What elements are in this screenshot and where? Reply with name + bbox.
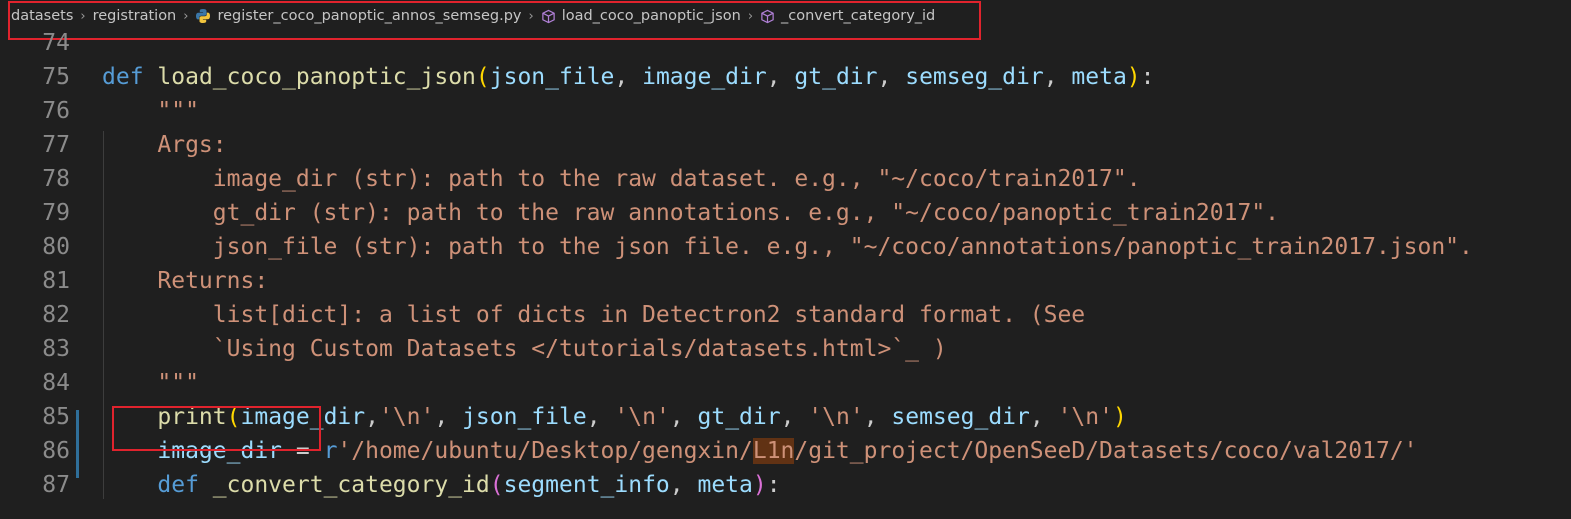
line-number: 74 — [42, 30, 70, 56]
code-line[interactable]: 77 Args: — [0, 128, 1571, 162]
code-text: def load_coco_panoptic_json(json_file, i… — [102, 64, 1155, 90]
code-text: image_dir (str): path to the raw dataset… — [102, 166, 1141, 192]
code-text: Returns: — [102, 268, 269, 294]
line-number: 77 — [42, 132, 70, 158]
breadcrumb-item-registration[interactable]: registration — [93, 8, 177, 24]
chevron-right-icon: › — [183, 8, 189, 24]
code-line[interactable]: 84 """ — [0, 366, 1571, 400]
line-number: 81 — [42, 268, 70, 294]
code-line[interactable]: 87 def _convert_category_id(segment_info… — [0, 468, 1571, 502]
code-text: image_dir = r'/home/ubuntu/Desktop/gengx… — [157, 438, 1418, 464]
chevron-right-icon: › — [747, 8, 754, 24]
breadcrumb-item-load-coco-panoptic-json[interactable]: load_coco_panoptic_json — [541, 8, 741, 24]
line-number: 85 — [42, 404, 70, 430]
cube-symbol-icon — [760, 9, 775, 24]
breadcrumb-item-file[interactable]: register_coco_panoptic_annos_semseg.py — [195, 8, 521, 24]
chevron-right-icon: › — [80, 8, 86, 24]
line-number: 78 — [42, 166, 70, 192]
code-text: print(image_dir,'\n', json_file, '\n', g… — [157, 404, 1127, 430]
line-number: 84 — [42, 370, 70, 396]
line-number: 75 — [42, 64, 70, 90]
code-text: gt_dir (str): path to the raw annotation… — [102, 200, 1280, 226]
code-text: def _convert_category_id(segment_info, m… — [157, 472, 781, 498]
code-editor[interactable]: 74 75 def load_coco_panoptic_json(json_fil… — [0, 30, 1571, 519]
line-number: 87 — [42, 472, 70, 498]
breadcrumb-item-convert-category-id[interactable]: _convert_category_id — [760, 8, 935, 24]
code-line[interactable]: 78 image_dir (str): path to the raw data… — [0, 162, 1571, 196]
line-number: 83 — [42, 336, 70, 362]
code-text: Args: — [102, 132, 227, 158]
breadcrumb-label: datasets — [11, 8, 74, 24]
code-line[interactable]: 80 json_file (str): path to the json fil… — [0, 230, 1571, 264]
code-line[interactable]: 81 Returns: — [0, 264, 1571, 298]
breadcrumb-label: load_coco_panoptic_json — [561, 8, 741, 24]
code-line[interactable]: 74 — [0, 26, 1571, 60]
code-text: """ — [102, 370, 199, 396]
chevron-right-icon: › — [528, 8, 534, 24]
line-number: 82 — [42, 302, 70, 328]
code-text: """ — [102, 98, 199, 124]
python-file-icon — [195, 8, 211, 24]
code-text: json_file (str): path to the json file. … — [102, 234, 1473, 260]
code-line[interactable]: 85 print(image_dir,'\n', json_file, '\n'… — [0, 400, 1571, 434]
cube-symbol-icon — [541, 9, 556, 24]
breadcrumb-item-datasets[interactable]: datasets — [11, 8, 73, 24]
code-line[interactable]: 83 `Using Custom Datasets </tutorials/da… — [0, 332, 1571, 366]
code-text: `Using Custom Datasets </tutorials/datas… — [102, 336, 947, 362]
line-number: 86 — [42, 438, 70, 464]
breadcrumb-label: _convert_category_id — [781, 8, 936, 24]
line-number: 76 — [42, 98, 70, 124]
breadcrumb-label: registration — [92, 8, 177, 24]
code-line[interactable]: 76 """ — [0, 94, 1571, 128]
line-number: 80 — [42, 234, 70, 260]
breadcrumb-label: register_coco_panoptic_annos_semseg.py — [217, 8, 522, 24]
line-number: 79 — [42, 200, 70, 226]
code-line[interactable]: 75 def load_coco_panoptic_json(json_file,… — [0, 60, 1571, 94]
code-line[interactable]: 79 gt_dir (str): path to the raw annotat… — [0, 196, 1571, 230]
code-text: list[dict]: a list of dicts in Detectron… — [102, 302, 1086, 328]
code-line[interactable]: 86 image_dir = r'/home/ubuntu/Desktop/ge… — [0, 434, 1571, 468]
code-line[interactable]: 82 list[dict]: a list of dicts in Detect… — [0, 298, 1571, 332]
